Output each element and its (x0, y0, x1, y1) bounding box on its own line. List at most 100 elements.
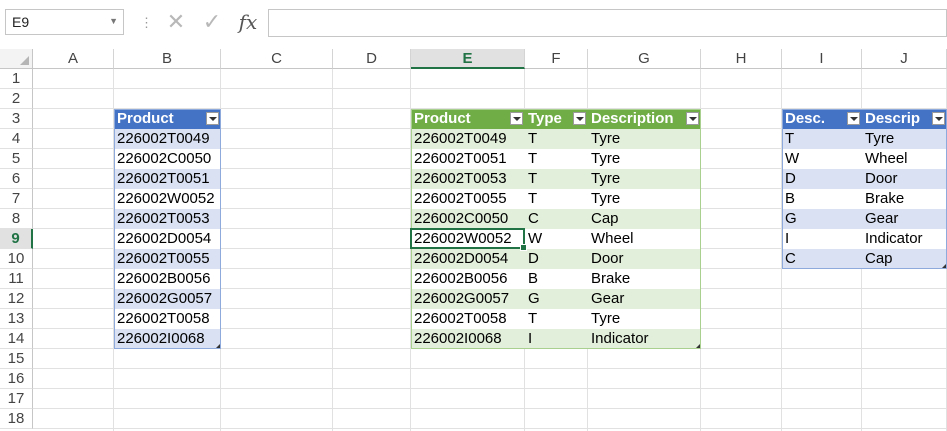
column-header-e[interactable]: E (411, 49, 525, 69)
row-header-9[interactable]: 9 (0, 229, 33, 249)
table-cell[interactable]: I (525, 329, 588, 349)
table-cell[interactable]: 226002C0050 (114, 149, 221, 169)
table-cell[interactable]: 226002T0055 (411, 189, 525, 209)
table-resize-handle-icon[interactable] (942, 264, 946, 268)
table-cell[interactable]: Wheel (588, 229, 701, 249)
table-cell[interactable]: Tyre (588, 189, 701, 209)
table-cell[interactable]: 226002T0058 (114, 309, 221, 329)
table-cell[interactable]: Indicator (588, 329, 701, 349)
table-cell[interactable]: 226002T0049 (411, 129, 525, 149)
row-header-8[interactable]: 8 (0, 209, 33, 229)
table-cell[interactable]: W (525, 229, 588, 249)
table-cell[interactable]: Brake (588, 269, 701, 289)
filter-dropdown-icon[interactable] (932, 112, 945, 125)
table-header-product[interactable]: Product (114, 109, 221, 129)
table-cell[interactable]: C (782, 249, 862, 269)
table-cell[interactable]: B (782, 189, 862, 209)
enter-icon[interactable]: ✓ (194, 9, 230, 35)
insert-function-icon[interactable]: fx (230, 10, 266, 34)
row-header-14[interactable]: 14 (0, 329, 33, 349)
row-header-15[interactable]: 15 (0, 349, 33, 369)
filter-dropdown-icon[interactable] (510, 112, 523, 125)
table-cell[interactable]: C (525, 209, 588, 229)
row-header-10[interactable]: 10 (0, 249, 33, 269)
table-cell[interactable]: 226002T0051 (114, 169, 221, 189)
table-cell[interactable]: 226002T0053 (411, 169, 525, 189)
column-header-j[interactable]: J (862, 49, 947, 69)
table-cell[interactable]: 226002D0054 (114, 229, 221, 249)
row-header-13[interactable]: 13 (0, 309, 33, 329)
table-cell[interactable]: Cap (588, 209, 701, 229)
table-cell[interactable]: Cap (862, 249, 947, 269)
column-header-c[interactable]: C (221, 49, 333, 69)
table-cell[interactable]: T (525, 149, 588, 169)
row-header-4[interactable]: 4 (0, 129, 33, 149)
table-cell[interactable]: 226002T0051 (411, 149, 525, 169)
table-cell[interactable]: 226002W0052 (114, 189, 221, 209)
row-header-2[interactable]: 2 (0, 89, 33, 109)
table-cell[interactable]: Door (862, 169, 947, 189)
table-cell[interactable]: 226002W0052 (411, 229, 525, 249)
column-header-d[interactable]: D (333, 49, 411, 69)
table-cell[interactable]: 226002T0055 (114, 249, 221, 269)
filter-dropdown-icon[interactable] (686, 112, 699, 125)
table-cell[interactable]: I (782, 229, 862, 249)
table-header-description[interactable]: Description (588, 109, 701, 129)
table-cell[interactable]: T (525, 129, 588, 149)
table-cell[interactable]: T (525, 169, 588, 189)
table-cell[interactable]: 226002C0050 (411, 209, 525, 229)
column-header-b[interactable]: B (114, 49, 221, 69)
column-header-g[interactable]: G (588, 49, 701, 69)
table-cell[interactable]: Tyre (588, 149, 701, 169)
name-box[interactable]: E9 ▼ (5, 9, 124, 35)
formula-input[interactable] (268, 9, 947, 37)
filter-dropdown-icon[interactable] (206, 112, 219, 125)
table-cell[interactable]: Tyre (588, 309, 701, 329)
row-header-3[interactable]: 3 (0, 109, 33, 129)
chevron-down-icon[interactable]: ▼ (109, 16, 118, 26)
row-header-7[interactable]: 7 (0, 189, 33, 209)
row-header-17[interactable]: 17 (0, 389, 33, 409)
row-header-16[interactable]: 16 (0, 369, 33, 389)
column-header-a[interactable]: A (33, 49, 114, 69)
table-cell[interactable]: D (525, 249, 588, 269)
table-cell[interactable]: 226002T0049 (114, 129, 221, 149)
cancel-icon[interactable]: ✕ (158, 9, 194, 35)
table-cell[interactable]: Wheel (862, 149, 947, 169)
table-cell[interactable]: Door (588, 249, 701, 269)
table-resize-handle-icon[interactable] (696, 344, 700, 348)
drag-handle-icon[interactable]: ⋮ (140, 15, 153, 31)
table-cell[interactable]: G (782, 209, 862, 229)
table-cell[interactable]: 226002D0054 (411, 249, 525, 269)
table-cell[interactable]: Gear (862, 209, 947, 229)
table-cell[interactable]: 226002T0058 (411, 309, 525, 329)
row-header-18[interactable]: 18 (0, 409, 33, 429)
row-header-6[interactable]: 6 (0, 169, 33, 189)
table-cell[interactable]: D (782, 169, 862, 189)
table-cell[interactable]: 226002I0068 (411, 329, 525, 349)
table-cell[interactable]: 226002T0053 (114, 209, 221, 229)
table-cell[interactable]: T (525, 189, 588, 209)
table-cell[interactable]: Tyre (588, 169, 701, 189)
select-all-button[interactable] (0, 49, 33, 69)
column-header-h[interactable]: H (701, 49, 782, 69)
table-cell[interactable]: Gear (588, 289, 701, 309)
column-header-f[interactable]: F (525, 49, 588, 69)
table-cell[interactable]: T (525, 309, 588, 329)
table-cell[interactable]: 226002B0056 (114, 269, 221, 289)
table-cell[interactable]: Indicator (862, 229, 947, 249)
table-cell[interactable]: B (525, 269, 588, 289)
table-cell[interactable]: Tyre (862, 129, 947, 149)
filter-dropdown-icon[interactable] (573, 112, 586, 125)
row-header-5[interactable]: 5 (0, 149, 33, 169)
table-cell[interactable]: 226002G0057 (411, 289, 525, 309)
table-cell[interactable]: Tyre (588, 129, 701, 149)
row-header-11[interactable]: 11 (0, 269, 33, 289)
table-header-product[interactable]: Product (411, 109, 525, 129)
table-cell[interactable]: 226002G0057 (114, 289, 221, 309)
table-cell[interactable]: W (782, 149, 862, 169)
table-cell[interactable]: T (782, 129, 862, 149)
table-cell[interactable]: 226002B0056 (411, 269, 525, 289)
table-resize-handle-icon[interactable] (216, 344, 220, 348)
filter-dropdown-icon[interactable] (847, 112, 860, 125)
